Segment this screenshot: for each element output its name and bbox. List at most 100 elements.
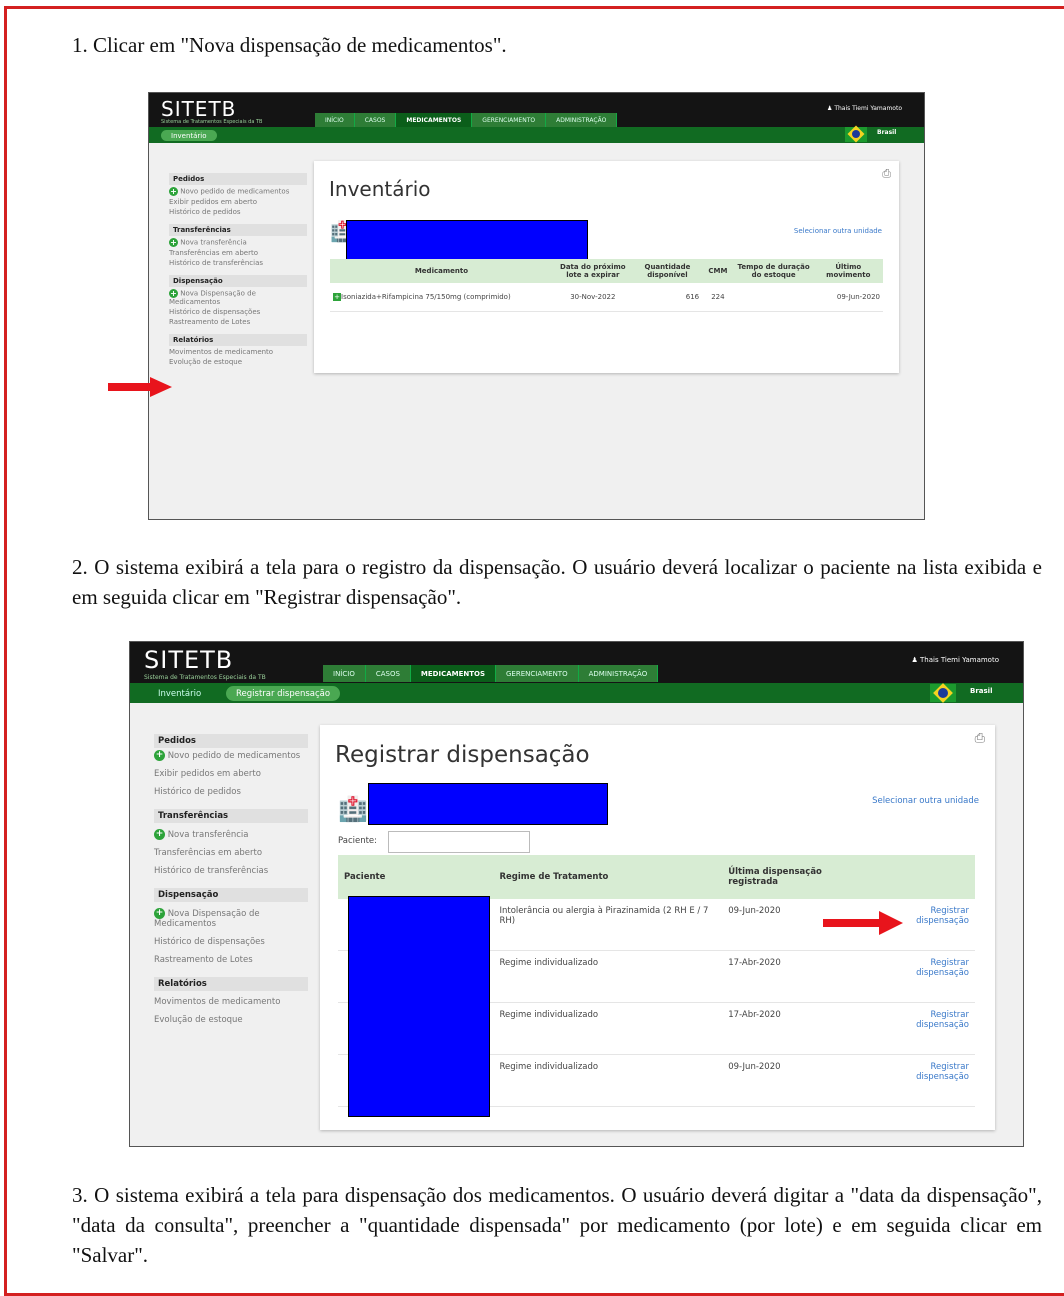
print-icon[interactable]: ⎙	[975, 731, 985, 746]
screenshot-inventario: SITETB Sistema de Tratamentos Especiais …	[148, 92, 925, 520]
ultimo-movimento-cell: 09-Jun-2020	[813, 283, 883, 312]
registrar-dispensacao-link[interactable]: Registrar dispensação	[876, 1002, 975, 1055]
subtab-registrar-dispensacao[interactable]: Registrar dispensação	[226, 686, 341, 701]
sidebar-item-novo-pedido[interactable]: + Novo pedido de medicamentos	[154, 750, 308, 761]
top-bar: SITETB Sistema de Tratamentos Especiais …	[149, 93, 924, 127]
col-header: Quantidade disponível	[632, 259, 703, 283]
sidebar-item-nova-transferencia[interactable]: + Nova transferência	[154, 829, 308, 840]
nav-tab-medicamentos[interactable]: MEDICAMENTOS	[396, 113, 473, 127]
expand-icon[interactable]: +	[333, 293, 341, 301]
sidebar-item-exibir-pedidos[interactable]: Exibir pedidos em aberto	[154, 769, 308, 779]
red-arrow-pointer	[108, 377, 172, 397]
sidebar-item-novo-pedido[interactable]: + Novo pedido de medicamentos	[169, 187, 307, 196]
brazil-flag-icon	[845, 125, 867, 143]
sidebar-item-historico-disp[interactable]: Histórico de dispensações	[154, 937, 308, 947]
subtab-inventario[interactable]: Inventário	[158, 687, 201, 700]
registrar-dispensacao-link[interactable]: Registrar dispensação	[876, 950, 975, 1003]
nav-tab-medicamentos[interactable]: MEDICAMENTOS	[410, 665, 496, 682]
redacted-unit-name	[346, 220, 588, 262]
regime-cell: Intolerância ou alergia à Pirazinamida (…	[493, 899, 723, 951]
data-cell: 17-Abr-2020	[722, 1002, 877, 1055]
user-name-label: Thais Tiemi Yamamoto	[920, 656, 999, 664]
select-unit-link[interactable]: Selecionar outra unidade	[794, 227, 882, 235]
data-cell: 09-Jun-2020	[722, 1054, 877, 1107]
sidebar-item-historico-pedidos[interactable]: Histórico de pedidos	[154, 787, 308, 797]
user-name-label: Thais Tiemi Yamamoto	[834, 105, 902, 112]
sidebar-item-nova-transferencia[interactable]: + Nova transferência	[169, 238, 307, 247]
top-bar: SITETB Sistema de Tratamentos Especiais …	[130, 642, 1023, 683]
page-title: Registrar dispensação	[335, 742, 590, 768]
sidebar-head-transferencias: Transferências	[169, 224, 307, 236]
sub-nav-bar: Inventário Registrar dispensação Brasil	[130, 683, 1023, 703]
user-name[interactable]: ♟ Thais Tiemi Yamamoto	[912, 656, 999, 664]
sidebar-item-historico-pedidos[interactable]: Histórico de pedidos	[169, 208, 307, 216]
sidebar-item-label: Novo pedido de medicamentos	[167, 751, 301, 761]
nav-tab-gerenciamento[interactable]: GERENCIAMENTO	[496, 665, 579, 682]
print-icon[interactable]: ⎙	[882, 167, 891, 181]
sidebar-item-exibir-pedidos[interactable]: Exibir pedidos em aberto	[169, 198, 307, 206]
sidebar-item-rastreamento[interactable]: Rastreamento de Lotes	[169, 318, 307, 326]
nav-tab-casos[interactable]: CASOS	[365, 665, 411, 682]
regime-cell: Regime individualizado	[493, 1002, 723, 1055]
nav-tab-administracao[interactable]: ADMINISTRAÇÃO	[546, 113, 618, 127]
red-arrow-pointer	[823, 911, 903, 935]
user-name[interactable]: ♟ Thais Tiemi Yamamoto	[827, 105, 902, 112]
inventory-table: Medicamento Data do próximo lote a expir…	[330, 259, 883, 312]
sidebar-item-label: Novo pedido de medicamentos	[180, 187, 290, 196]
paciente-search-input[interactable]	[388, 831, 530, 853]
sidebar-item-label: Nova transferência	[167, 830, 249, 840]
sidebar-item-nova-dispensacao[interactable]: + Nova Dispensação de Medicamentos	[154, 908, 308, 929]
sidebar-item-evolucao[interactable]: Evolução de estoque	[154, 1015, 308, 1025]
nav-tab-inicio[interactable]: INÍCIO	[323, 665, 366, 682]
sidebar-item-movimentos[interactable]: Movimentos de medicamento	[169, 348, 307, 356]
sidebar-item-transf-aberto[interactable]: Transferências em aberto	[154, 848, 308, 858]
subtab-inventario[interactable]: Inventário	[161, 130, 217, 141]
country-label: Brasil	[877, 129, 897, 136]
nav-tab-gerenciamento[interactable]: GERENCIAMENTO	[472, 113, 547, 127]
plus-icon: +	[154, 750, 165, 761]
page-title: Inventário	[329, 177, 431, 201]
nav-tab-administracao[interactable]: ADMINISTRAÇÃO	[578, 665, 659, 682]
medicamento-name: Isoniazida+Rifampicina 75/150mg (comprim…	[341, 293, 511, 301]
sidebar-head-dispensacao: Dispensação	[169, 275, 307, 287]
sidebar-item-historico-transf[interactable]: Histórico de transferências	[154, 866, 308, 876]
col-header: Data do próximo lote a expirar	[552, 259, 633, 283]
select-unit-link[interactable]: Selecionar outra unidade	[872, 796, 979, 806]
nav-tab-casos[interactable]: CASOS	[354, 113, 397, 127]
col-header-ultima: Última dispensação registrada	[722, 855, 877, 899]
sidebar-item-rastreamento[interactable]: Rastreamento de Lotes	[154, 955, 308, 965]
sidebar-head-pedidos: Pedidos	[169, 173, 307, 185]
sidebar-head-transferencias: Transferências	[154, 809, 308, 823]
col-header-regime: Regime de Tratamento	[493, 855, 723, 899]
hospital-icon: 🏥	[338, 795, 368, 823]
plus-icon: +	[154, 829, 165, 840]
plus-icon: +	[169, 187, 178, 196]
sidebar-item-label: Nova transferência	[180, 238, 247, 247]
table-row: +Isoniazida+Rifampicina 75/150mg (compri…	[330, 283, 883, 312]
plus-icon: +	[169, 289, 178, 298]
main-nav: INÍCIO CASOS MEDICAMENTOS GERENCIAMENTO …	[315, 113, 618, 127]
medicamento-cell[interactable]: +Isoniazida+Rifampicina 75/150mg (compri…	[330, 283, 553, 312]
tempo-cell	[733, 283, 814, 312]
plus-icon: +	[154, 908, 165, 919]
brazil-flag-icon	[930, 683, 956, 703]
sidebar-item-evolucao[interactable]: Evolução de estoque	[169, 358, 307, 366]
col-header-paciente: Paciente	[338, 855, 494, 899]
screenshot-registrar-dispensacao: SITETB Sistema de Tratamentos Especiais …	[129, 641, 1024, 1147]
col-header: CMM	[702, 259, 734, 283]
sidebar-head-dispensacao: Dispensação	[154, 888, 308, 902]
sidebar-item-movimentos[interactable]: Movimentos de medicamento	[154, 997, 308, 1007]
sidebar-item-historico-disp[interactable]: Histórico de dispensações	[169, 308, 307, 316]
registrar-dispensacao-link[interactable]: Registrar dispensação	[876, 1054, 975, 1107]
sitetb-logo: SITETB	[144, 646, 234, 674]
quantidade-cell: 616	[632, 283, 703, 312]
col-header: Tempo de duração do estoque	[733, 259, 814, 283]
sidebar-item-label: Nova Dispensação de Medicamentos	[154, 909, 260, 929]
nav-tab-inicio[interactable]: INÍCIO	[315, 113, 355, 127]
sidebar-item-transf-aberto[interactable]: Transferências em aberto	[169, 249, 307, 257]
sidebar-item-historico-transf[interactable]: Histórico de transferências	[169, 259, 307, 267]
sidebar-item-nova-dispensacao[interactable]: + Nova Dispensação de Medicamentos	[169, 289, 307, 306]
sidebar: Pedidos + Novo pedido de medicamentos Ex…	[154, 730, 308, 1027]
data-cell: 30-Nov-2022	[552, 283, 633, 312]
logo-subtitle: Sistema de Tratamentos Especiais da TB	[161, 119, 263, 125]
